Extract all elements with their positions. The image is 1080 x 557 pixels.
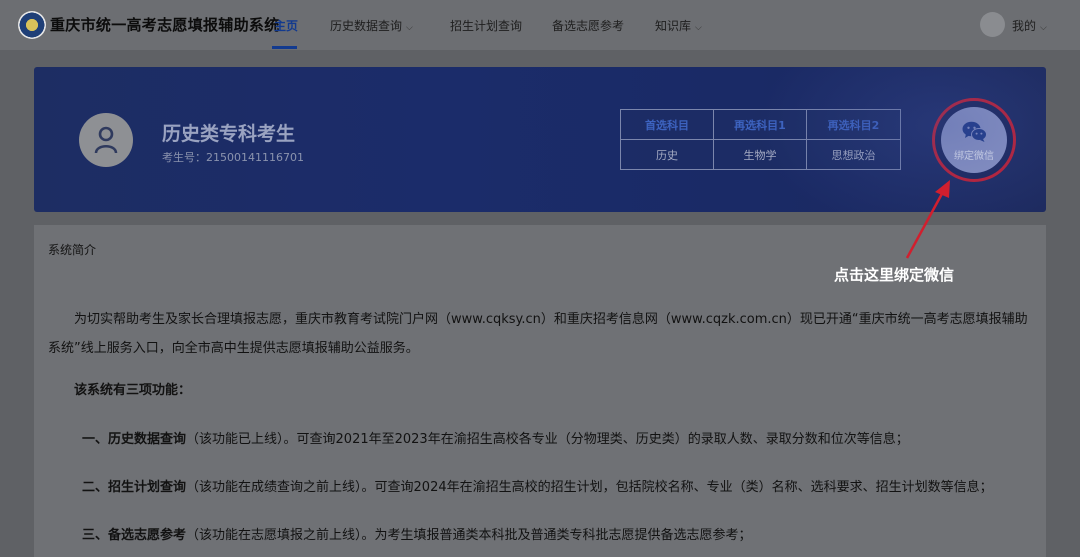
annotation-text: 点击这里绑定微信 <box>834 266 955 284</box>
